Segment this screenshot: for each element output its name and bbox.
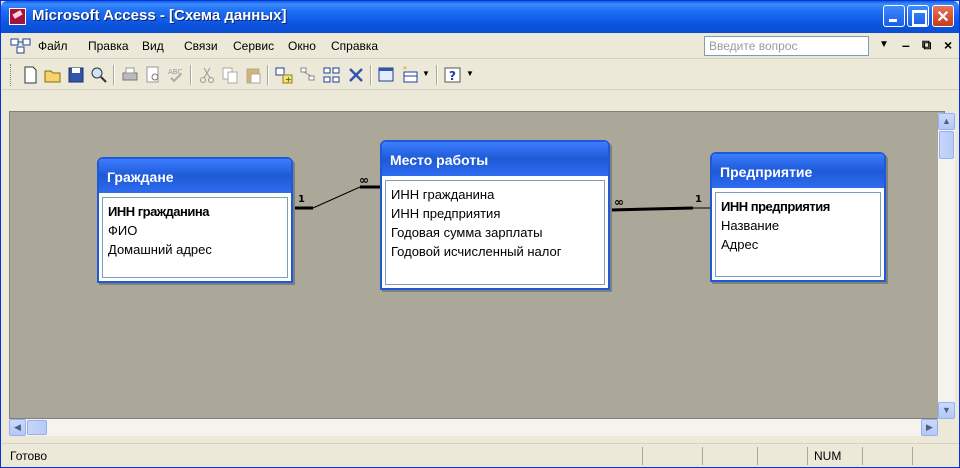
- menu-tools[interactable]: Сервис: [233, 39, 274, 53]
- num-lock-indicator: NUM: [814, 449, 842, 463]
- print-icon[interactable]: [120, 65, 140, 85]
- field-list[interactable]: ИНН гражданина ИНН предприятия Годовая с…: [385, 180, 605, 285]
- scroll-down-button[interactable]: ▼: [938, 402, 955, 419]
- delete-icon[interactable]: [346, 65, 366, 85]
- table-grazhdane[interactable]: Граждане ИНН гражданина ФИО Домашний адр…: [97, 157, 293, 283]
- copy-icon[interactable]: [220, 65, 240, 85]
- rel-label-one-right: 1: [695, 194, 702, 205]
- vertical-scrollbar[interactable]: ▲ ▼: [938, 113, 955, 419]
- scroll-left-button[interactable]: ◀: [9, 419, 26, 436]
- table-mesto-raboty[interactable]: Место работы ИНН гражданина ИНН предприя…: [380, 140, 610, 290]
- status-bar: Готово NUM: [2, 443, 959, 467]
- application-window: Microsoft Access - [Схема данных] ✕ Файл…: [0, 0, 960, 468]
- menu-bar: Файл Правка Вид Связи Сервис Окно Справк…: [2, 33, 959, 59]
- rel-label-one-left: 1: [298, 194, 305, 205]
- toolbar-separator: [436, 65, 438, 85]
- toolbar-separator: [370, 65, 372, 85]
- maximize-button[interactable]: [907, 5, 929, 27]
- save-icon[interactable]: [66, 65, 86, 85]
- table-title[interactable]: Граждане: [99, 159, 291, 193]
- relationship-grazhdane-mesto[interactable]: [293, 185, 380, 210]
- field-item[interactable]: Годовой исчисленный налог: [391, 242, 599, 261]
- svg-text:+: +: [285, 75, 292, 84]
- window-title: Microsoft Access - [Схема данных]: [32, 7, 287, 24]
- status-panel: [702, 447, 703, 465]
- toolbar: ABC + * ▼ ? ▼: [2, 60, 959, 90]
- menu-window[interactable]: Окно: [288, 39, 316, 53]
- cut-icon[interactable]: [197, 65, 217, 85]
- horizontal-scroll-thumb[interactable]: [27, 420, 47, 435]
- vertical-scroll-thumb[interactable]: [939, 131, 954, 159]
- close-icon: ✕: [936, 9, 950, 26]
- status-panel: [862, 447, 863, 465]
- field-item[interactable]: ИНН предприятия: [721, 197, 875, 216]
- status-panel: [912, 447, 913, 465]
- status-panel: [807, 447, 808, 465]
- field-item[interactable]: ФИО: [108, 221, 282, 240]
- show-table-icon[interactable]: +: [274, 65, 294, 85]
- new-object-icon[interactable]: *: [401, 65, 421, 85]
- mdi-minimize-button[interactable]: –: [902, 37, 910, 53]
- relationship-predpr-mesto[interactable]: [609, 206, 710, 212]
- rel-label-many-right: ∞: [614, 195, 624, 209]
- menu-help[interactable]: Справка: [331, 39, 378, 53]
- show-direct-icon[interactable]: [298, 65, 318, 85]
- close-button[interactable]: ✕: [932, 5, 954, 27]
- toolbar-options-icon[interactable]: ▼: [466, 69, 474, 78]
- ask-dropdown-icon[interactable]: ▼: [879, 39, 889, 50]
- field-list[interactable]: ИНН гражданина ФИО Домашний адрес: [102, 197, 288, 278]
- menu-relationships[interactable]: Связи: [184, 39, 218, 53]
- new-icon[interactable]: [20, 65, 40, 85]
- toolbar-grip[interactable]: [10, 64, 13, 86]
- ask-question-input[interactable]: Введите вопрос: [704, 36, 869, 56]
- toolbar-separator: [190, 65, 192, 85]
- horizontal-scrollbar[interactable]: ◀ ▶: [9, 419, 938, 436]
- menu-edit[interactable]: Правка: [88, 39, 129, 53]
- show-all-icon[interactable]: [322, 65, 342, 85]
- field-item[interactable]: Название: [721, 216, 875, 235]
- title-bar[interactable]: Microsoft Access - [Схема данных] ✕: [1, 1, 959, 33]
- toolbar-separator: [267, 65, 269, 85]
- svg-text:*: *: [403, 65, 407, 74]
- toolbar-separator: [113, 65, 115, 85]
- open-icon[interactable]: [43, 65, 63, 85]
- rel-label-many-left: ∞: [359, 173, 369, 187]
- print-preview-icon[interactable]: [143, 65, 163, 85]
- access-app-icon[interactable]: [9, 8, 26, 25]
- search-icon[interactable]: [89, 65, 109, 85]
- table-predpriyatie[interactable]: Предприятие ИНН предприятия Название Адр…: [710, 152, 886, 282]
- field-list[interactable]: ИНН предприятия Название Адрес: [715, 192, 881, 277]
- size-box: [938, 419, 955, 436]
- field-item[interactable]: Годовая сумма зарплаты: [391, 223, 599, 242]
- table-title[interactable]: Место работы: [382, 142, 608, 176]
- status-text: Готово: [10, 449, 48, 463]
- spelling-icon[interactable]: ABC: [166, 65, 186, 85]
- status-panel: [642, 447, 643, 465]
- field-item[interactable]: Адрес: [721, 235, 875, 254]
- svg-text:?: ?: [449, 69, 456, 83]
- mdi-close-button[interactable]: ×: [944, 37, 952, 53]
- relationships-canvas[interactable]: 1 ∞ ∞ 1 Граждане ИНН гражданина ФИО Дома…: [9, 111, 945, 419]
- field-item[interactable]: ИНН гражданина: [108, 202, 282, 221]
- help-icon[interactable]: ?: [443, 65, 463, 85]
- field-item[interactable]: ИНН гражданина: [391, 185, 599, 204]
- table-title[interactable]: Предприятие: [712, 154, 884, 188]
- mdi-restore-button[interactable]: ⧉: [922, 37, 931, 53]
- relationships-window-icon[interactable]: [10, 38, 32, 54]
- field-item[interactable]: Домашний адрес: [108, 240, 282, 259]
- new-object-dropdown-icon[interactable]: ▼: [422, 69, 430, 78]
- menu-file[interactable]: Файл: [38, 39, 68, 53]
- scroll-right-button[interactable]: ▶: [921, 419, 938, 436]
- minimize-button[interactable]: [883, 5, 905, 27]
- scroll-up-button[interactable]: ▲: [938, 113, 955, 130]
- status-panel: [757, 447, 758, 465]
- field-item[interactable]: ИНН предприятия: [391, 204, 599, 223]
- menu-view[interactable]: Вид: [142, 39, 164, 53]
- database-window-icon[interactable]: [377, 65, 397, 85]
- paste-icon[interactable]: [243, 65, 263, 85]
